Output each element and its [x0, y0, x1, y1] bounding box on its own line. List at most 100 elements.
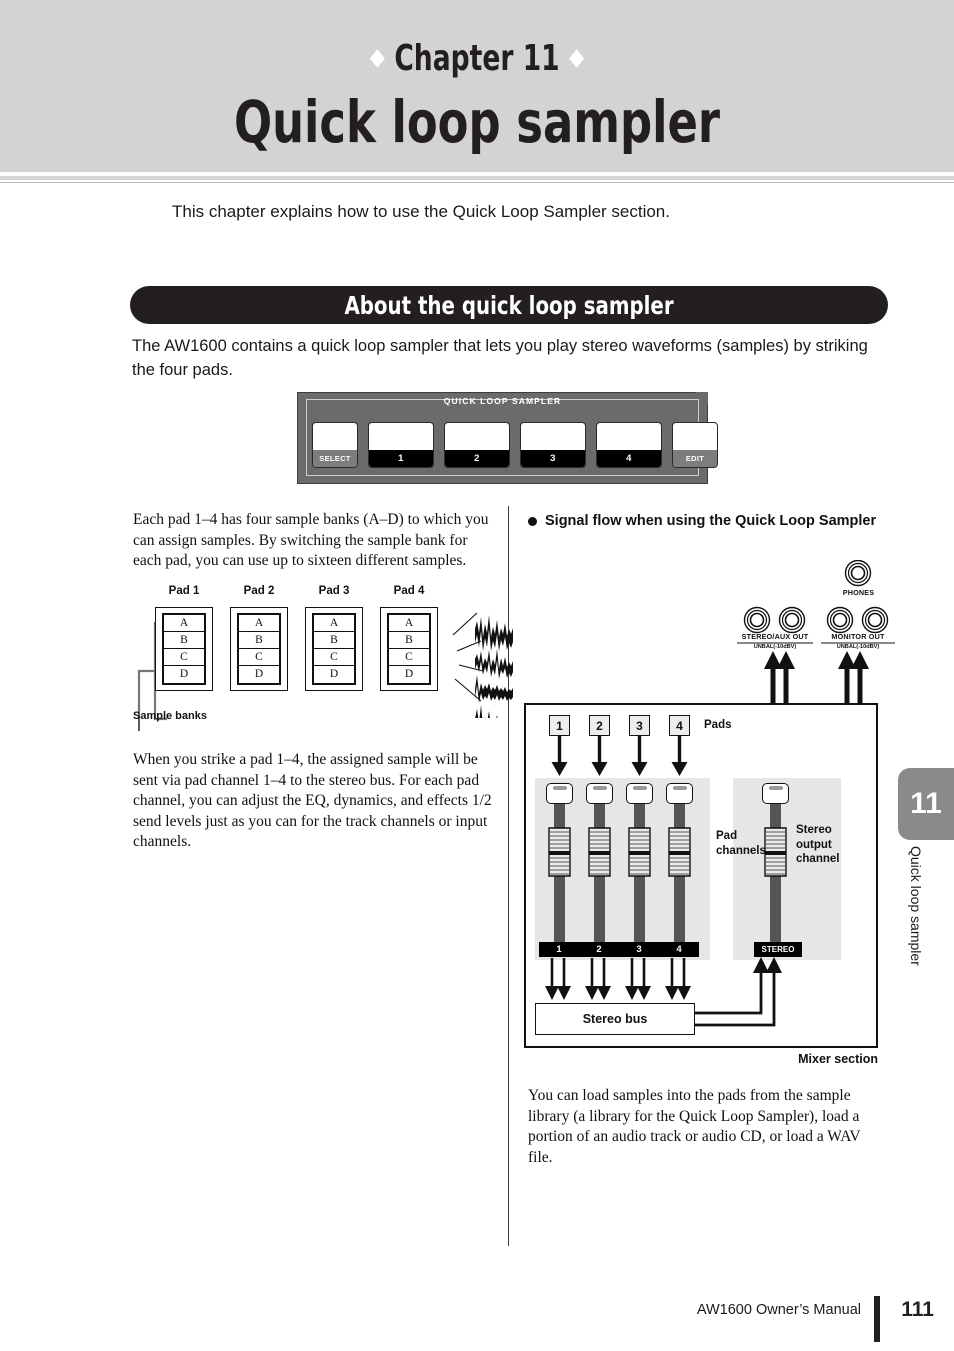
- pad-2-bank-c: C: [239, 649, 279, 666]
- stereo-aux-out-jack-right: [778, 606, 806, 634]
- panel-pad-3-label: 3: [521, 450, 585, 467]
- pad-4-inner: A B C D: [387, 613, 431, 685]
- ch-bar-num-3: 3: [636, 944, 642, 955]
- bus-to-stereo-return-arrows: [695, 957, 782, 1027]
- pad-4-title: Pad 4: [393, 585, 425, 597]
- intro-paragraph: This chapter explains how to use the Qui…: [172, 202, 670, 221]
- left-paragraph-2: When you strike a pad 1–4, the assigned …: [133, 751, 492, 851]
- pad-column-4: Pad 4 A B C D: [380, 585, 438, 691]
- monitor-out-label: MONITOR OUT: [831, 632, 885, 641]
- waveform-icon-d: [475, 705, 505, 718]
- sample-banks-diagram: Pad 1 A B C D Pad 2 A B C D Pad 3 A B C …: [133, 585, 513, 731]
- chapter-side-tab-number: 11: [910, 787, 942, 820]
- pad-1-title: Pad 1: [168, 585, 200, 597]
- pad-3-bank-c: C: [314, 649, 354, 666]
- pad-column-2: Pad 2 A B C D: [230, 585, 288, 691]
- pad-3-bank-d: D: [329, 668, 339, 680]
- pad-1-bank-c: C: [164, 649, 204, 666]
- pad-4-bank-d: D: [404, 668, 414, 680]
- waveform-icon-c: [475, 675, 513, 703]
- output-routing-arrows: [764, 651, 869, 707]
- left-paragraph-1: Each pad 1–4 has four sample banks (A–D)…: [133, 511, 489, 570]
- panel-pad-1[interactable]: 1: [368, 422, 434, 468]
- stereo-output-label-line2: output: [796, 838, 832, 851]
- panel-select-button[interactable]: SELECT: [312, 422, 358, 468]
- header-rule-thick: [0, 176, 954, 180]
- pad-3-inner: A B C D: [312, 613, 356, 685]
- pad-1-outer: A B C D: [155, 607, 213, 691]
- stereo-bus-box: Stereo bus: [535, 1003, 695, 1035]
- panel-edit-button[interactable]: EDIT: [672, 422, 718, 468]
- pad-channel-knob-1[interactable]: [546, 783, 573, 804]
- panel-pad-4[interactable]: 4: [596, 422, 662, 468]
- stereo-aux-out-jack-left: [743, 606, 771, 634]
- panel-pad-2[interactable]: 2: [444, 422, 510, 468]
- pad-4-bank-b: B: [389, 632, 429, 649]
- right-paragraph-bottom: You can load samples into the pads from …: [528, 1087, 861, 1166]
- chapter-label-text: Chapter 11: [394, 38, 560, 79]
- pad-fader-cap-2[interactable]: [587, 826, 612, 878]
- ch-bar-num-1: 1: [556, 944, 562, 955]
- pad-channel-knob-2[interactable]: [586, 783, 613, 804]
- page-title: Quick loop sampler: [233, 88, 721, 156]
- pad-2-outer: A B C D: [230, 607, 288, 691]
- pad-to-channel-arrows: [551, 736, 688, 776]
- monitor-out-jack-right: [861, 606, 889, 634]
- pad-fader-cap-4[interactable]: [667, 826, 692, 878]
- pad-2-bank-d: D: [254, 668, 264, 680]
- chapter-label: Chapter 11: [86, 38, 868, 79]
- panel-caption: QUICK LOOP SAMPLER: [443, 396, 562, 406]
- section-banner-title: About the quick loop sampler: [344, 290, 674, 320]
- pad-1-inner: A B C D: [162, 613, 206, 685]
- section-lead-paragraph: The AW1600 contains a quick loop sampler…: [132, 337, 868, 380]
- mixer-pad-number-1: 1: [549, 715, 570, 736]
- pad-column-1: Pad 1 A B C D: [155, 585, 213, 691]
- pad-fader-cap-1[interactable]: [547, 826, 572, 878]
- pad-3-bank-a: A: [314, 615, 354, 632]
- monitor-out-jack-left: [826, 606, 854, 634]
- stereo-bar-label: STEREO: [761, 945, 795, 954]
- mixer-pad-number-4: 4: [669, 715, 690, 736]
- pad-channels-label-line1: Pad: [716, 830, 738, 842]
- pad-2-bank-a: A: [239, 615, 279, 632]
- pad-2-title: Pad 2: [243, 585, 275, 597]
- footer-page-number: 111: [901, 1298, 934, 1321]
- footer-separator-bar: [874, 1296, 880, 1342]
- mixer-section-diagram: 1 2 3 4 Pads Pad channels Stereo output …: [524, 703, 878, 1048]
- pad-channel-knob-4[interactable]: [666, 783, 693, 804]
- sample-banks-label: Sample banks: [133, 710, 207, 722]
- panel-pad-4-label: 4: [597, 450, 661, 467]
- chapter-side-tab-text: Quick loop sampler: [908, 846, 924, 966]
- panel-pad-3[interactable]: 3: [520, 422, 586, 468]
- stereo-fader-cap[interactable]: [763, 826, 788, 878]
- panel-edit-label: EDIT: [673, 450, 717, 467]
- pad-1-bank-d: D: [179, 668, 189, 680]
- pad-3-title: Pad 3: [318, 585, 350, 597]
- pad-channels-label: Pad channels: [716, 829, 766, 858]
- pad-4-bank-c: C: [389, 649, 429, 666]
- mixer-section-caption: Mixer section: [798, 1052, 878, 1066]
- mixer-pad-number-2: 2: [589, 715, 610, 736]
- pad-2-inner: A B C D: [237, 613, 281, 685]
- signal-flow-heading-text: Signal flow when using the Quick Loop Sa…: [545, 513, 877, 529]
- stereo-output-label-line3: channel: [796, 853, 840, 866]
- footer-manual-name: AW1600 Owner’s Manual: [696, 1302, 861, 1318]
- panel-pad-1-label: 1: [369, 450, 433, 467]
- pad-3-outer: A B C D: [305, 607, 363, 691]
- pad-channel-knob-3[interactable]: [626, 783, 653, 804]
- page-footer: AW1600 Owner’s Manual 111: [0, 1296, 954, 1342]
- signal-flow-heading: Signal flow when using the Quick Loop Sa…: [528, 512, 878, 532]
- header-rule-thin: [0, 182, 954, 183]
- pad-channels-label-line2: channels: [716, 844, 766, 857]
- quick-loop-sampler-panel: QUICK LOOP SAMPLER SELECT 1 2 3 4 EDIT: [297, 392, 718, 484]
- chapter-side-tab: 11: [898, 768, 954, 840]
- stereo-channel-knob[interactable]: [762, 783, 789, 804]
- pad-1-bank-b: B: [164, 632, 204, 649]
- panel-select-label: SELECT: [313, 450, 357, 467]
- pad-column-3: Pad 3 A B C D: [305, 585, 363, 691]
- diamond-left-icon: [369, 48, 386, 68]
- pad-fader-cap-3[interactable]: [627, 826, 652, 878]
- waveform-icon-b: [475, 649, 513, 679]
- stereo-output-channel-label: Stereo output channel: [796, 823, 839, 867]
- ch-bar-num-4: 4: [676, 944, 682, 955]
